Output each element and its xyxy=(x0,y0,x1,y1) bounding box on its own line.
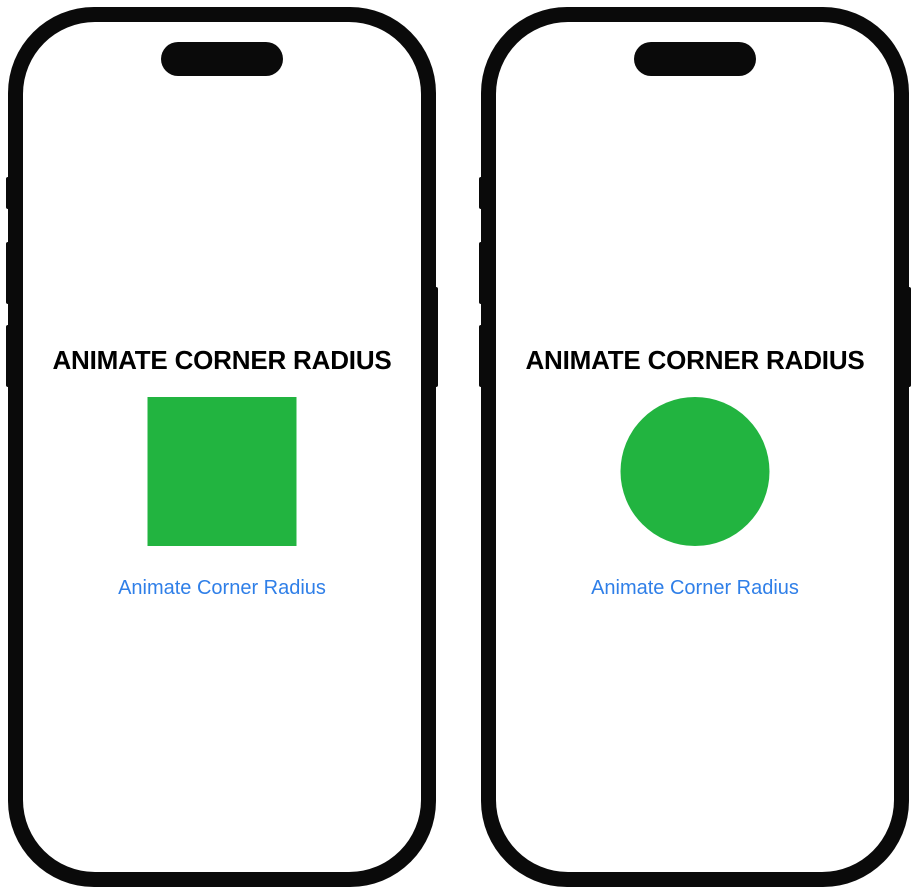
green-circle-shape xyxy=(620,397,770,546)
volume-down-button xyxy=(479,325,483,387)
phone-frame-left: ANIMATE CORNER RADIUS Animate Corner Rad… xyxy=(6,7,438,887)
power-button xyxy=(434,287,438,387)
dynamic-island xyxy=(161,42,283,76)
volume-up-button xyxy=(479,242,483,304)
phone-screen-left: ANIMATE CORNER RADIUS Animate Corner Rad… xyxy=(23,22,421,872)
comparison-stage: ANIMATE CORNER RADIUS Animate Corner Rad… xyxy=(0,0,921,893)
power-button xyxy=(907,287,911,387)
dynamic-island xyxy=(634,42,756,76)
animate-corner-radius-button[interactable]: Animate Corner Radius xyxy=(23,577,421,600)
green-square-shape xyxy=(147,397,297,546)
phone-frame-right: ANIMATE CORNER RADIUS Animate Corner Rad… xyxy=(479,7,911,887)
volume-up-button xyxy=(6,242,10,304)
animate-corner-radius-button[interactable]: Animate Corner Radius xyxy=(496,577,894,600)
action-button xyxy=(479,177,483,209)
page-title: ANIMATE CORNER RADIUS xyxy=(525,345,865,375)
volume-down-button xyxy=(6,325,10,387)
action-button xyxy=(6,177,10,209)
page-title: ANIMATE CORNER RADIUS xyxy=(52,345,392,375)
phone-screen-right: ANIMATE CORNER RADIUS Animate Corner Rad… xyxy=(496,22,894,872)
